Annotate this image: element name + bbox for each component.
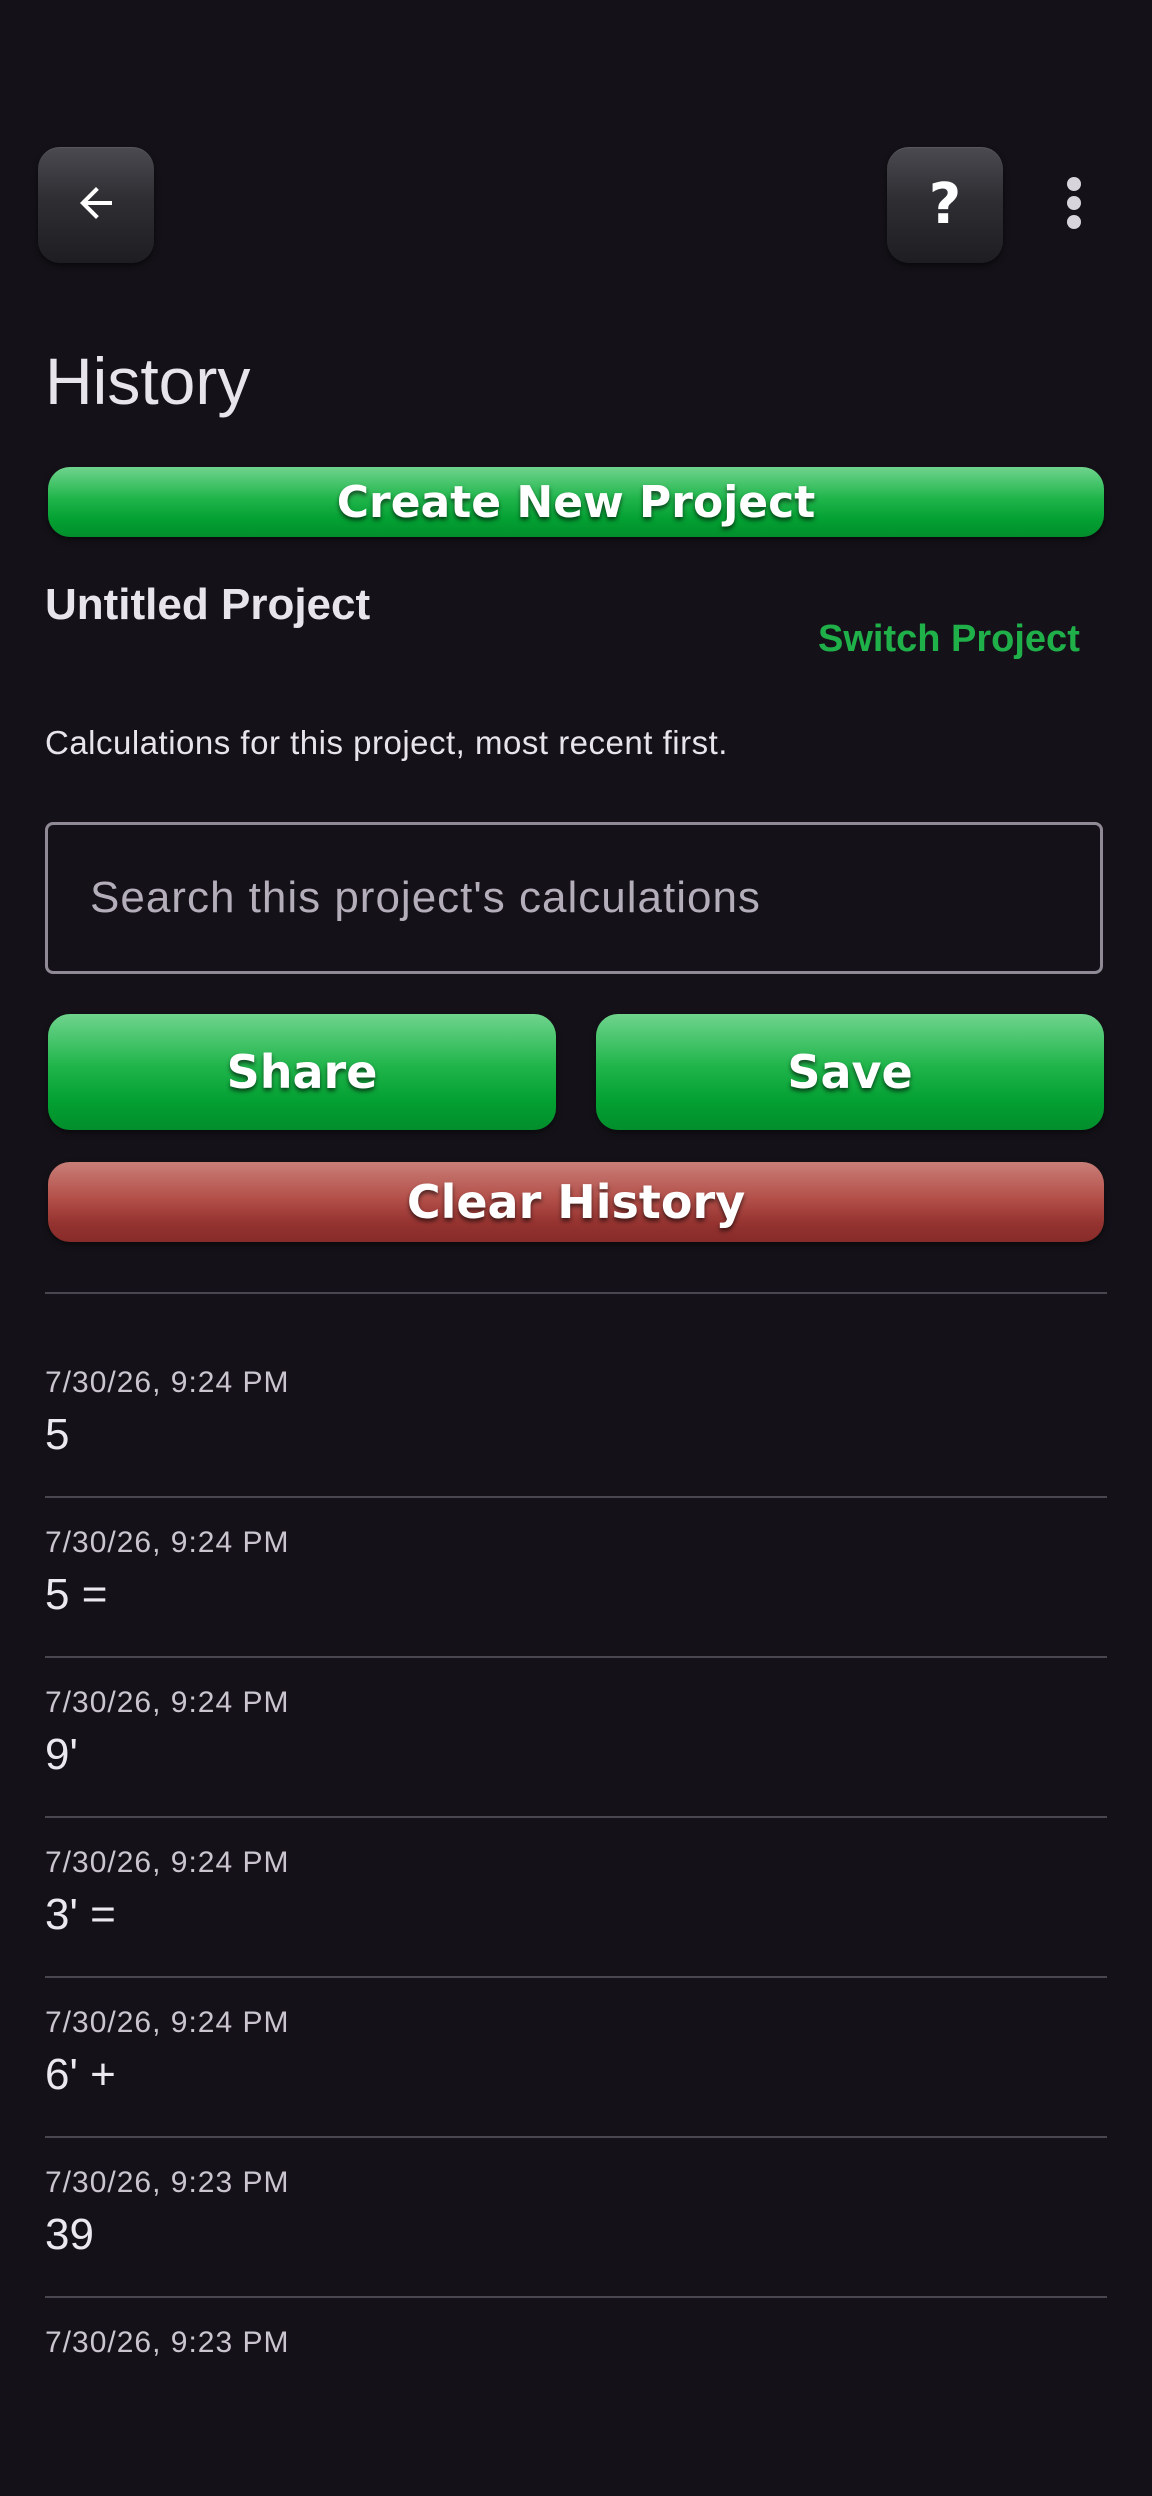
help-icon: ? bbox=[928, 172, 962, 237]
history-timestamp: 7/30/26, 9:23 PM bbox=[45, 2326, 290, 2359]
project-description: Calculations for this project, most rece… bbox=[45, 724, 728, 761]
history-timestamp: 7/30/26, 9:24 PM bbox=[45, 2006, 290, 2039]
history-timestamp: 7/30/26, 9:24 PM bbox=[45, 1526, 290, 1559]
history-expression: 6' + bbox=[45, 2050, 116, 2099]
history-timestamp: 7/30/26, 9:24 PM bbox=[45, 1366, 290, 1399]
history-timestamp: 7/30/26, 9:24 PM bbox=[45, 1846, 290, 1879]
switch-project-link[interactable]: Switch Project bbox=[818, 618, 1080, 661]
create-new-project-button[interactable]: Create New Project bbox=[48, 467, 1104, 537]
history-expression: 5 bbox=[45, 1410, 70, 1459]
search-input[interactable] bbox=[45, 822, 1103, 974]
history-item[interactable]: 7/30/26, 9:24 PM 9' bbox=[45, 1658, 1107, 1818]
share-button[interactable]: Share bbox=[48, 1014, 556, 1130]
project-name: Untitled Project bbox=[45, 580, 371, 629]
history-item[interactable]: 7/30/26, 9:23 PM 39 bbox=[45, 2138, 1107, 2298]
history-timestamp: 7/30/26, 9:23 PM bbox=[45, 2166, 290, 2199]
page-title: History bbox=[45, 344, 251, 418]
history-list[interactable]: 7/30/26, 9:24 PM 5 7/30/26, 9:24 PM 5 = … bbox=[45, 1294, 1107, 2382]
more-vertical-icon bbox=[1064, 175, 1084, 236]
history-timestamp: 7/30/26, 9:24 PM bbox=[45, 1686, 290, 1719]
history-expression: 3' = bbox=[45, 1890, 116, 1939]
save-button[interactable]: Save bbox=[596, 1014, 1104, 1130]
history-expression: 39 bbox=[45, 2210, 94, 2259]
history-item[interactable]: 7/30/26, 9:24 PM 5 = bbox=[45, 1498, 1107, 1658]
arrow-left-icon bbox=[72, 179, 120, 232]
history-item[interactable]: 7/30/26, 9:23 PM bbox=[45, 2298, 1107, 2382]
history-expression: 9' bbox=[45, 1730, 78, 1779]
back-button[interactable] bbox=[38, 147, 154, 263]
top-app-bar: ? bbox=[0, 0, 1152, 300]
history-item[interactable]: 7/30/26, 9:24 PM 6' + bbox=[45, 1978, 1107, 2138]
history-expression: 5 = bbox=[45, 1570, 108, 1619]
clear-history-button[interactable]: Clear History bbox=[48, 1162, 1104, 1242]
history-item[interactable]: 7/30/26, 9:24 PM 5 bbox=[45, 1294, 1107, 1498]
history-item[interactable]: 7/30/26, 9:24 PM 3' = bbox=[45, 1818, 1107, 1978]
more-options-button[interactable] bbox=[1050, 170, 1098, 240]
help-button[interactable]: ? bbox=[887, 147, 1003, 263]
